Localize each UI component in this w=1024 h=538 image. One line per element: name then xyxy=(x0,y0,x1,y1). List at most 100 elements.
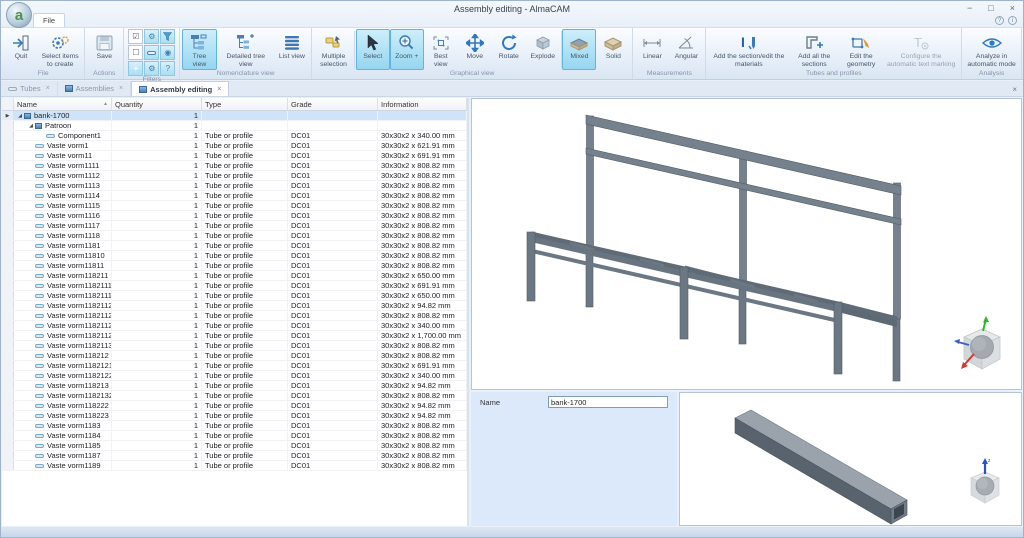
linear-button[interactable]: Linear xyxy=(635,29,669,70)
detailed-tree-view-button[interactable]: Detailed tree view xyxy=(217,29,275,70)
table-row[interactable]: Vaste vorm1182111Tube or profileDC0130x3… xyxy=(2,271,467,281)
best-view-button[interactable]: Best view xyxy=(424,29,458,70)
angular-button[interactable]: Angular xyxy=(669,29,703,70)
tab-tubes[interactable]: Tubes × xyxy=(1,81,58,96)
table-row[interactable]: Vaste vorm118211241Tube or profileDC0130… xyxy=(2,331,467,341)
table-row[interactable]: Vaste vorm11841Tube or profileDC0130x30x… xyxy=(2,431,467,441)
table-row[interactable]: Vaste vorm11161Tube or profileDC0130x30x… xyxy=(2,211,467,221)
column-header-information[interactable]: Information xyxy=(378,98,467,110)
table-row[interactable]: Vaste vorm11111Tube or profileDC0130x30x… xyxy=(2,161,467,171)
column-header-name[interactable]: Name ▲ xyxy=(14,98,112,110)
table-row[interactable]: Vaste vorm11121Tube or profileDC0130x30x… xyxy=(2,171,467,181)
filter-gear-icon[interactable]: ⚙ xyxy=(144,29,159,44)
table-row[interactable]: Vaste vorm11871Tube or profileDC0130x30x… xyxy=(2,451,467,461)
row-type-cell: Tube or profile xyxy=(202,261,288,270)
table-row[interactable]: ◢Patroon1 xyxy=(2,121,467,131)
select-button[interactable]: Select xyxy=(356,29,390,70)
row-grade-cell: DC01 xyxy=(288,371,378,380)
mixed-button[interactable]: Mixed xyxy=(562,29,596,70)
tube-node-icon xyxy=(35,164,44,168)
tree-expander-icon[interactable]: ◢ xyxy=(16,113,24,119)
multiple-selection-button[interactable]: Multiple selection xyxy=(314,29,353,70)
component-3d-viewport[interactable]: z xyxy=(679,392,1022,526)
info-icon[interactable]: i xyxy=(1008,16,1017,25)
row-info-cell: 30x30x2 x 808.82 mm xyxy=(378,161,467,170)
table-row[interactable]: Vaste vorm11821221Tube or profileDC0130x… xyxy=(2,371,467,381)
list-view-button[interactable]: List view xyxy=(275,29,309,70)
table-row[interactable]: Vaste vorm1182131Tube or profileDC0130x3… xyxy=(2,381,467,391)
table-row[interactable]: Vaste vorm118111Tube or profileDC0130x30… xyxy=(2,261,467,271)
table-row[interactable]: Vaste vorm11Tube or profileDC0130x30x2 x… xyxy=(2,141,467,151)
row-grade-cell: DC01 xyxy=(288,321,378,330)
table-row[interactable]: Vaste vorm11821211Tube or profileDC0130x… xyxy=(2,361,467,371)
row-info-cell: 30x30x2 x 808.82 mm xyxy=(378,191,467,200)
tree-expander-icon[interactable]: ◢ xyxy=(27,123,35,129)
solid-button[interactable]: Solid xyxy=(596,29,630,70)
table-row[interactable]: Vaste vorm118211231Tube or profileDC0130… xyxy=(2,321,467,331)
filter-tube-icon[interactable] xyxy=(144,45,159,60)
table-row[interactable]: Vaste vorm11821111Tube or profileDC0130x… xyxy=(2,281,467,291)
column-header-quantity[interactable]: Quantity xyxy=(112,98,202,110)
panel-close-icon[interactable]: × xyxy=(1006,85,1023,96)
table-row[interactable]: Vaste vorm11131Tube or profileDC0130x30x… xyxy=(2,181,467,191)
table-row[interactable]: Vaste vorm11181Tube or profileDC0130x30x… xyxy=(2,231,467,241)
table-row[interactable]: Vaste vorm11171Tube or profileDC0130x30x… xyxy=(2,221,467,231)
filter-plus-icon[interactable]: + xyxy=(128,61,143,76)
configure-marking-button[interactable]: T Configure the automatic text marking xyxy=(883,29,959,70)
rotate-button[interactable]: Rotate xyxy=(492,29,526,70)
table-row[interactable]: Vaste vorm1182221Tube or profileDC0130x3… xyxy=(2,401,467,411)
assembly-3d-viewport[interactable] xyxy=(471,98,1022,390)
file-menu-tab[interactable]: File xyxy=(33,13,65,27)
row-info-cell: 30x30x2 x 808.82 mm xyxy=(378,241,467,250)
explode-button[interactable]: Explode xyxy=(526,29,560,70)
filter-unchecked-icon[interactable]: ☐ xyxy=(128,45,143,60)
row-name-label: Component1 xyxy=(58,131,101,140)
tab-close-icon[interactable]: × xyxy=(217,86,221,93)
filter-target-icon[interactable]: ◉ xyxy=(160,45,175,60)
table-row[interactable]: Vaste vorm11811Tube or profileDC0130x30x… xyxy=(2,241,467,251)
table-row[interactable]: Vaste vorm1182121Tube or profileDC0130x3… xyxy=(2,351,467,361)
filter-gear2-icon[interactable]: ⚙ xyxy=(144,61,159,76)
table-row[interactable]: Vaste vorm1182231Tube or profileDC0130x3… xyxy=(2,411,467,421)
filter-funnel-icon[interactable] xyxy=(160,29,175,44)
tab-close-icon[interactable]: × xyxy=(46,85,50,92)
close-button[interactable]: × xyxy=(1010,3,1015,13)
column-header-type[interactable]: Type xyxy=(202,98,288,110)
row-name-label: Vaste vorm11811 xyxy=(47,261,104,270)
minimize-button[interactable]: − xyxy=(967,3,972,13)
select-items-to-create-button[interactable]: Select items to create xyxy=(38,29,82,70)
analyze-button[interactable]: Analyze in automatic mode xyxy=(964,29,1019,70)
column-header-grade[interactable]: Grade xyxy=(288,98,378,110)
quit-button[interactable]: Quit xyxy=(4,29,38,70)
zoom-plus-button[interactable]: Zoom + xyxy=(390,29,424,70)
table-row[interactable]: Component11Tube or profileDC0130x30x2 x … xyxy=(2,131,467,141)
table-row[interactable]: Vaste vorm11821131Tube or profileDC0130x… xyxy=(2,341,467,351)
table-row[interactable]: Vaste vorm118211111Tube or profileDC0130… xyxy=(2,291,467,301)
row-name-label: Vaste vorm1116 xyxy=(47,211,100,220)
table-row[interactable]: ▶◢bank-17001 xyxy=(2,111,467,121)
table-row[interactable]: Vaste vorm11821121Tube or profileDC0130x… xyxy=(2,301,467,311)
tab-assemblies[interactable]: Assemblies × xyxy=(58,81,131,96)
table-row[interactable]: Vaste vorm11891Tube or profileDC0130x30x… xyxy=(2,461,467,471)
table-row[interactable]: Vaste vorm118211221Tube or profileDC0130… xyxy=(2,311,467,321)
save-button[interactable]: Save xyxy=(87,29,121,70)
add-section-button[interactable]: I Add the section/edit the materials xyxy=(708,29,789,70)
move-button[interactable]: Move xyxy=(458,29,492,70)
tab-close-icon[interactable]: × xyxy=(119,85,123,92)
tab-assembly-editing[interactable]: Assembly editing × xyxy=(131,81,229,96)
edit-geometry-button[interactable]: Edit the geometry xyxy=(839,29,883,70)
filter-question-icon[interactable]: ? xyxy=(160,61,175,76)
help-icon[interactable]: ? xyxy=(995,16,1004,25)
table-row[interactable]: Vaste vorm11831Tube or profileDC0130x30x… xyxy=(2,421,467,431)
assembly-name-input[interactable] xyxy=(548,396,668,408)
table-row[interactable]: Vaste vorm11851Tube or profileDC0130x30x… xyxy=(2,441,467,451)
tree-view-button[interactable]: Tree view xyxy=(182,29,216,70)
maximize-button[interactable]: □ xyxy=(988,3,993,13)
table-row[interactable]: Vaste vorm118101Tube or profileDC0130x30… xyxy=(2,251,467,261)
filter-checked-icon[interactable]: ☑ xyxy=(128,29,143,44)
table-row[interactable]: Vaste vorm11821321Tube or profileDC0130x… xyxy=(2,391,467,401)
table-row[interactable]: Vaste vorm11151Tube or profileDC0130x30x… xyxy=(2,201,467,211)
add-all-sections-button[interactable]: Add all the sections xyxy=(789,29,839,70)
table-row[interactable]: Vaste vorm11141Tube or profileDC0130x30x… xyxy=(2,191,467,201)
table-row[interactable]: Vaste vorm111Tube or profileDC0130x30x2 … xyxy=(2,151,467,161)
